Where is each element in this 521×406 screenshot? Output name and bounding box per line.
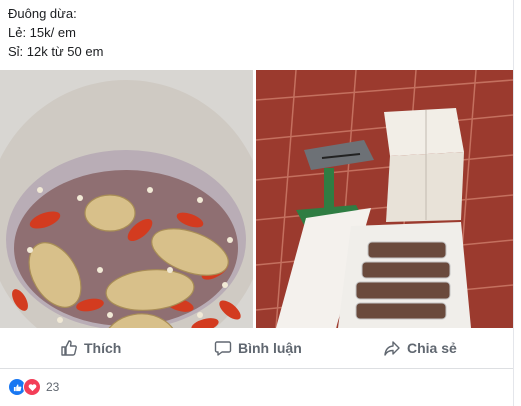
boxes-photo[interactable]	[256, 70, 513, 328]
comment-label: Bình luận	[238, 340, 302, 356]
share-label: Chia sẻ	[407, 340, 457, 356]
feed-border	[513, 0, 514, 406]
reactions-summary[interactable]: 23	[8, 378, 59, 396]
post-line-title: Đuông dừa:	[8, 6, 77, 21]
comment-bubble-icon	[214, 341, 232, 356]
photo-grid	[0, 70, 521, 328]
thumbs-up-icon	[61, 340, 77, 356]
reaction-count: 23	[46, 380, 60, 394]
larvae-photo[interactable]	[0, 70, 253, 328]
share-arrow-icon	[384, 341, 400, 356]
post-line-retail-price: Lẻ: 15k/ em	[8, 25, 76, 40]
post-text: Đuông dừa: Lẻ: 15k/ em Sỉ: 12k từ 50 em	[8, 4, 103, 61]
comment-button[interactable]: Bình luận	[214, 338, 302, 358]
like-button[interactable]: Thích	[60, 338, 121, 358]
love-reaction-icon	[23, 378, 41, 396]
larvae-in-chili-bowl-image	[0, 70, 253, 328]
action-bar: Thích Bình luận Chia sẻ	[0, 328, 513, 369]
post-line-wholesale-price: Sỉ: 12k từ 50 em	[8, 44, 104, 59]
like-label: Thích	[84, 340, 122, 356]
share-button[interactable]: Chia sẻ	[383, 338, 457, 358]
scale-and-foam-boxes-image	[256, 70, 513, 328]
